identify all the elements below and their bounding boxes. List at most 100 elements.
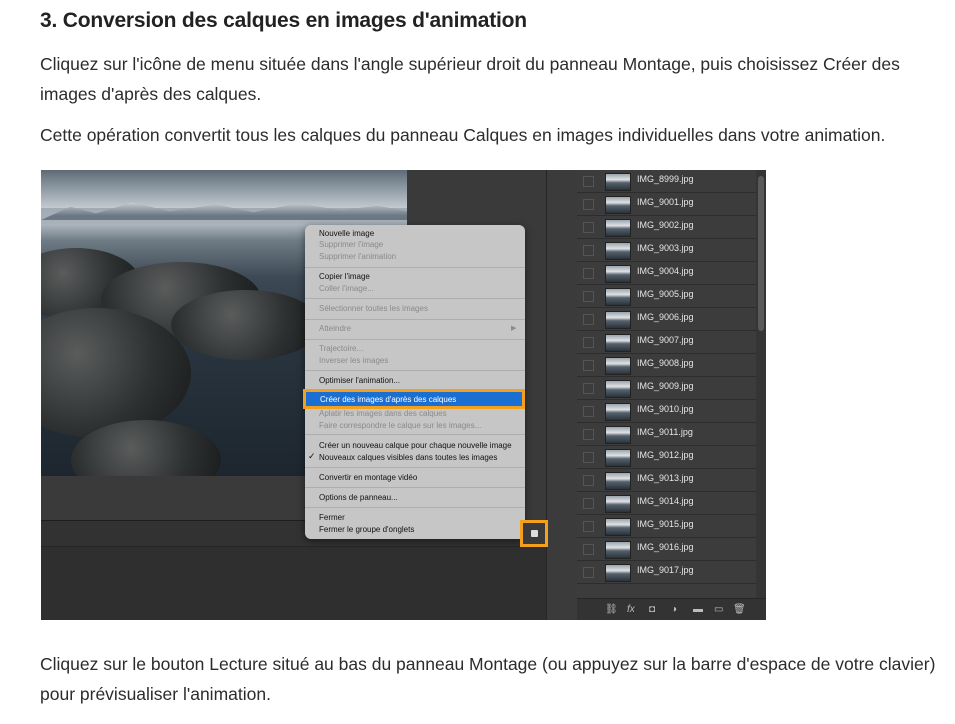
layer-thumbnail: [605, 564, 631, 582]
layer-name: IMG_9010.jpg: [637, 404, 694, 414]
layer-row[interactable]: IMG_9002.jpg: [577, 216, 757, 239]
menu-item-delete-animation: Supprimer l'animation: [319, 252, 397, 261]
layer-name: IMG_9011.jpg: [637, 427, 693, 437]
folder-icon[interactable]: ▬: [693, 604, 703, 615]
visibility-icon[interactable]: [583, 498, 594, 509]
timeline-panel-menu: Nouvelle image Supprimer l'image Supprim…: [305, 225, 525, 539]
layer-thumbnail: [605, 311, 631, 329]
menu-item-close-tab-group[interactable]: Fermer le groupe d'onglets: [319, 524, 414, 535]
visibility-icon[interactable]: [583, 245, 594, 256]
visibility-icon[interactable]: [583, 429, 594, 440]
layer-thumbnail: [605, 357, 631, 375]
layer-thumbnail: [605, 219, 631, 237]
visibility-icon[interactable]: [583, 383, 594, 394]
layer-row[interactable]: IMG_9008.jpg: [577, 354, 757, 377]
layer-row[interactable]: IMG_9007.jpg: [577, 331, 757, 354]
adjustment-icon[interactable]: ◑: [671, 604, 677, 615]
visibility-icon[interactable]: [583, 567, 594, 578]
layer-name: IMG_9007.jpg: [637, 335, 694, 345]
layer-name: IMG_9001.jpg: [637, 197, 694, 207]
layer-name: IMG_9013.jpg: [637, 473, 694, 483]
menu-item-convert-video[interactable]: Convertir en montage vidéo: [319, 472, 417, 483]
menu-item-new-layers-visible[interactable]: Nouveaux calques visibles dans toutes le…: [319, 452, 497, 463]
layer-thumbnail: [605, 449, 631, 467]
layers-footer-toolbar: ⛓ fx ◘ ◑ ▬ ▭ 🗑: [577, 598, 766, 620]
trash-icon[interactable]: 🗑: [733, 604, 746, 615]
menu-item-optimize[interactable]: Optimiser l'animation...: [319, 375, 400, 386]
submenu-arrow-icon: ▶: [511, 325, 517, 332]
visibility-icon[interactable]: [583, 521, 594, 532]
visibility-icon[interactable]: [583, 544, 594, 555]
layer-name: IMG_9016.jpg: [637, 542, 694, 552]
instruction-paragraph-3: Cliquez sur le bouton Lecture situé au b…: [40, 654, 936, 704]
layer-thumbnail: [605, 518, 631, 536]
layer-thumbnail: [605, 265, 631, 283]
visibility-icon[interactable]: [583, 406, 594, 417]
checkmark-icon: ✓: [308, 451, 316, 461]
layer-row[interactable]: IMG_9017.jpg: [577, 561, 757, 584]
layer-thumbnail: [605, 173, 631, 191]
layers-scroll-thumb[interactable]: [758, 176, 764, 331]
menu-item-select-all: Sélectionner toutes les images: [319, 304, 428, 313]
menu-item-match-layer: Faire correspondre le calque sur les ima…: [319, 421, 482, 430]
layer-thumbnail: [605, 242, 631, 260]
layer-row[interactable]: IMG_9003.jpg: [577, 239, 757, 262]
layer-name: IMG_9012.jpg: [637, 450, 694, 460]
visibility-icon[interactable]: [583, 314, 594, 325]
menu-item-reverse: Inverser les images: [319, 356, 389, 365]
menu-item-paste-frame: Coller l'image...: [319, 284, 374, 293]
panel-menu-button[interactable]: [520, 520, 548, 547]
layer-thumbnail: [605, 541, 631, 559]
menu-item-copy-frame[interactable]: Copier l'image: [319, 271, 370, 282]
layer-thumbnail: [605, 288, 631, 306]
layer-thumbnail: [605, 403, 631, 421]
visibility-icon[interactable]: [583, 475, 594, 486]
layer-name: IMG_9002.jpg: [637, 220, 694, 230]
layer-name: IMG_9003.jpg: [637, 243, 694, 253]
mask-icon[interactable]: ◘: [649, 604, 655, 615]
layers-panel: IMG_8999.jpg IMG_9001.jpg IMG_9002.jpg I…: [577, 170, 766, 620]
layer-thumbnail: [605, 196, 631, 214]
fx-icon[interactable]: fx: [627, 604, 635, 615]
menu-item-close[interactable]: Fermer: [319, 512, 345, 523]
visibility-icon[interactable]: [583, 222, 594, 233]
layer-row[interactable]: IMG_9004.jpg: [577, 262, 757, 285]
highlight-frame: [303, 389, 525, 409]
layer-name: IMG_9006.jpg: [637, 312, 694, 322]
menu-item-new-layer-each-frame[interactable]: Créer un nouveau calque pour chaque nouv…: [319, 440, 512, 451]
new-layer-icon[interactable]: ▭: [714, 604, 723, 615]
visibility-icon[interactable]: [583, 452, 594, 463]
visibility-icon[interactable]: [583, 268, 594, 279]
instruction-paragraph-1: Cliquez sur l'icône de menu située dans …: [40, 54, 900, 104]
link-layers-icon[interactable]: ⛓: [605, 604, 618, 615]
visibility-icon[interactable]: [583, 360, 594, 371]
visibility-icon[interactable]: [583, 291, 594, 302]
menu-item-tween: Trajectoire...: [319, 344, 364, 353]
menu-item-new-frame[interactable]: Nouvelle image: [319, 228, 374, 239]
layer-row[interactable]: IMG_9009.jpg: [577, 377, 757, 400]
layer-thumbnail: [605, 334, 631, 352]
layer-row[interactable]: IMG_9015.jpg: [577, 515, 757, 538]
menu-item-panel-options[interactable]: Options de panneau...: [319, 492, 398, 503]
visibility-icon[interactable]: [583, 199, 594, 210]
layer-row[interactable]: IMG_9001.jpg: [577, 193, 757, 216]
layer-row[interactable]: IMG_9014.jpg: [577, 492, 757, 515]
visibility-icon[interactable]: [583, 337, 594, 348]
layer-name: IMG_9015.jpg: [637, 519, 694, 529]
layer-row[interactable]: IMG_9010.jpg: [577, 400, 757, 423]
layer-row[interactable]: IMG_9005.jpg: [577, 285, 757, 308]
layer-name: IMG_8999.jpg: [637, 174, 694, 184]
layer-row[interactable]: IMG_9006.jpg: [577, 308, 757, 331]
layer-row[interactable]: IMG_9011.jpg: [577, 423, 757, 446]
section-heading: 3. Conversion des calques en images d'an…: [40, 9, 527, 32]
layer-row[interactable]: IMG_9016.jpg: [577, 538, 757, 561]
layer-name: IMG_9017.jpg: [637, 565, 694, 575]
layer-row[interactable]: IMG_8999.jpg: [577, 170, 757, 193]
layer-name: IMG_9014.jpg: [637, 496, 694, 506]
layer-thumbnail: [605, 380, 631, 398]
layer-row[interactable]: IMG_9012.jpg: [577, 446, 757, 469]
layer-name: IMG_9004.jpg: [637, 266, 694, 276]
layer-row[interactable]: IMG_9013.jpg: [577, 469, 757, 492]
layer-name: IMG_9008.jpg: [637, 358, 694, 368]
visibility-icon[interactable]: [583, 176, 594, 187]
